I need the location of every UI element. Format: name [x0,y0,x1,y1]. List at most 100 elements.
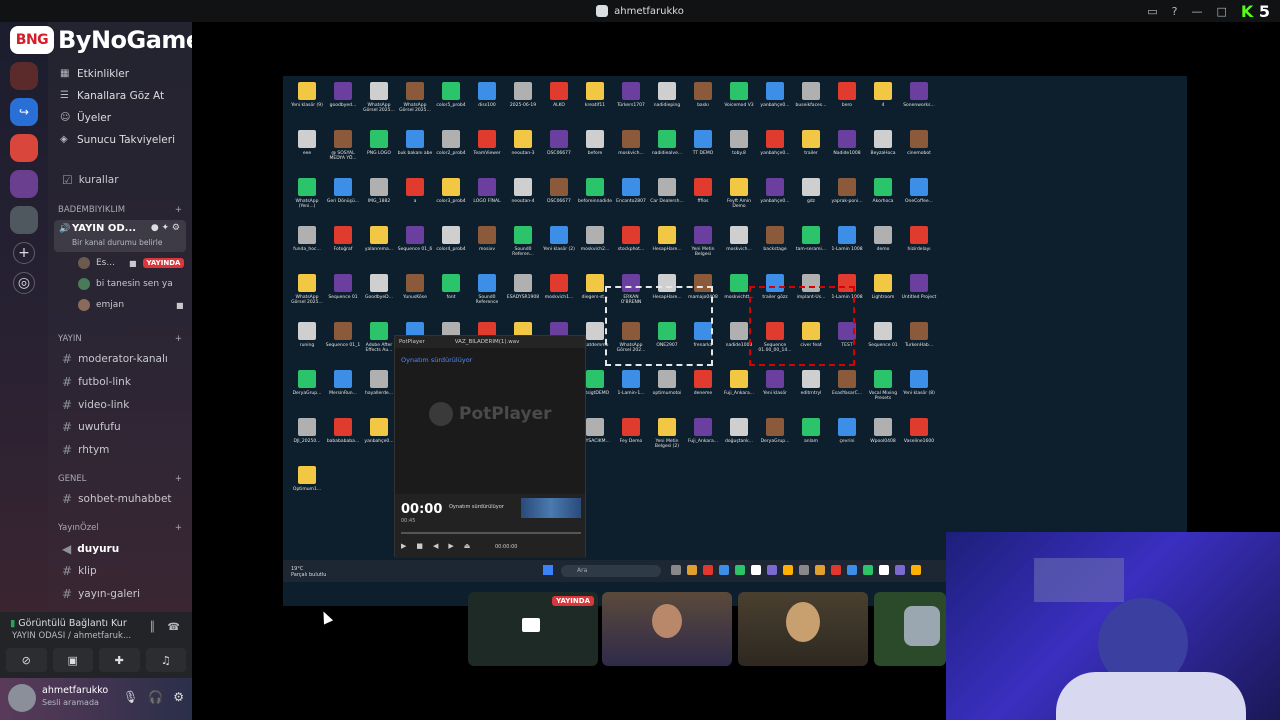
taskbar-app-icon[interactable] [751,565,761,575]
menu-boosts[interactable]: ◈ Sunucu Takviyeleri [60,134,175,146]
channel-item[interactable]: # futbol-link [62,375,131,389]
desktop-file-icon[interactable] [838,130,856,148]
channel-item[interactable]: # klip [62,564,97,578]
desktop-file-icon[interactable] [586,322,604,340]
desktop-file-icon[interactable] [730,226,748,244]
desktop-file-icon[interactable] [514,226,532,244]
desktop-file-icon[interactable] [730,370,748,388]
voice-member[interactable]: bi tanesin sen ya [78,278,173,290]
desktop-file-icon[interactable] [442,226,460,244]
channel-item[interactable]: # sohbet-muhabbet [62,492,172,506]
add-channel-icon[interactable]: + [175,205,182,215]
category-header[interactable]: YayınÖzel + [58,523,182,533]
desktop-file-icon[interactable] [910,322,928,340]
desktop-file-icon[interactable] [874,82,892,100]
voice-channel-path[interactable]: YAYIN ODASI / ahmetfaruk... [12,631,131,641]
desktop-file-icon[interactable] [514,274,532,292]
add-channel-icon[interactable]: + [175,334,182,344]
voice-member[interactable]: emjan ■ [78,299,184,311]
desktop-file-icon[interactable] [622,226,640,244]
channel-item[interactable]: # uwufufu [62,420,121,434]
settings-gear-icon[interactable]: ⚙ [173,690,184,704]
desktop-file-icon[interactable] [910,82,928,100]
desktop-file-icon[interactable] [802,178,820,196]
desktop-file-icon[interactable] [802,226,820,244]
desktop-file-icon[interactable] [658,370,676,388]
desktop-file-icon[interactable] [838,370,856,388]
desktop-file-icon[interactable] [874,226,892,244]
desktop-file-icon[interactable] [694,178,712,196]
desktop-file-icon[interactable] [406,130,424,148]
minimize-icon[interactable]: — [1191,5,1202,18]
desktop-file-icon[interactable] [370,178,388,196]
category-header[interactable]: YAYIN + [58,334,182,344]
desktop-file-icon[interactable] [478,82,496,100]
desktop-file-icon[interactable] [622,178,640,196]
active-voice-channel[interactable]: 🔊 YAYIN OD... Bir kanal durumu belirle ●… [54,220,186,252]
desktop-file-icon[interactable] [370,322,388,340]
desktop-file-icon[interactable] [334,130,352,148]
desktop-file-icon[interactable] [838,226,856,244]
desktop-file-icon[interactable] [874,370,892,388]
desktop-file-icon[interactable] [730,322,748,340]
noise-icon[interactable]: ║ [150,622,156,633]
desktop-file-icon[interactable] [694,418,712,436]
channel-item[interactable]: # video-link [62,398,129,412]
desktop-file-icon[interactable] [334,226,352,244]
taskbar-app-icon[interactable] [687,565,697,575]
desktop-file-icon[interactable] [334,178,352,196]
taskbar-app-icon[interactable] [703,565,713,575]
taskbar-app-icon[interactable] [895,565,905,575]
screen-share-button[interactable]: ▣ [52,648,93,672]
user-panel[interactable]: ahmetfarukko Sesli aramada 🎙 🎧 ⚙ [0,678,192,720]
taskbar-app-icon[interactable] [831,565,841,575]
desktop-file-icon[interactable] [838,178,856,196]
help-icon[interactable]: ? [1172,5,1178,18]
desktop-file-icon[interactable] [622,130,640,148]
participant-tile[interactable]: YAYINDA [468,592,598,666]
desktop-file-icon[interactable] [514,178,532,196]
desktop-file-icon[interactable] [334,418,352,436]
desktop-file-icon[interactable] [622,82,640,100]
desktop-file-icon[interactable] [874,130,892,148]
desktop-file-icon[interactable] [586,226,604,244]
desktop-file-icon[interactable] [298,322,316,340]
taskbar-app-icon[interactable] [847,565,857,575]
desktop-file-icon[interactable] [910,178,928,196]
desktop-file-icon[interactable] [838,418,856,436]
channel-item[interactable]: # moderator-kanalı [62,352,168,366]
transport-buttons[interactable]: ▶■◀▶⏏ [401,542,480,550]
desktop-file-icon[interactable] [694,82,712,100]
screen-share-stream[interactable]: Yeni klasör (9) goodbyed... WhatsApp Görse… [283,76,1187,606]
desktop-file-icon[interactable] [910,130,928,148]
add-channel-icon[interactable]: + [175,523,182,533]
taskbar-app-icon[interactable] [767,565,777,575]
desktop-file-icon[interactable] [730,418,748,436]
desktop-file-icon[interactable] [406,226,424,244]
menu-events[interactable]: ▦ Etkinlikler [60,68,129,80]
server-icon[interactable] [10,170,38,198]
add-channel-icon[interactable]: + [175,474,182,484]
avatar[interactable] [8,684,36,712]
desktop-file-icon[interactable] [874,418,892,436]
desktop-file-icon[interactable] [334,82,352,100]
microphone-icon[interactable]: 🎙 [123,690,138,704]
server-icon[interactable] [10,206,38,234]
desktop-file-icon[interactable] [910,370,928,388]
desktop-file-icon[interactable] [478,274,496,292]
desktop-file-icon[interactable] [442,178,460,196]
desktop-file-icon[interactable] [298,130,316,148]
desktop-file-icon[interactable] [334,370,352,388]
desktop-file-icon[interactable] [442,82,460,100]
desktop-file-icon[interactable] [550,130,568,148]
desktop-file-icon[interactable] [298,370,316,388]
desktop-file-icon[interactable] [874,178,892,196]
desktop-file-icon[interactable] [730,130,748,148]
desktop-file-icon[interactable] [478,178,496,196]
desktop-file-icon[interactable] [766,130,784,148]
desktop-file-icon[interactable] [730,274,748,292]
desktop-file-icon[interactable] [586,274,604,292]
desktop-file-icon[interactable] [586,418,604,436]
windows-start-icon[interactable] [543,565,553,575]
taskbar-app-icon[interactable] [735,565,745,575]
